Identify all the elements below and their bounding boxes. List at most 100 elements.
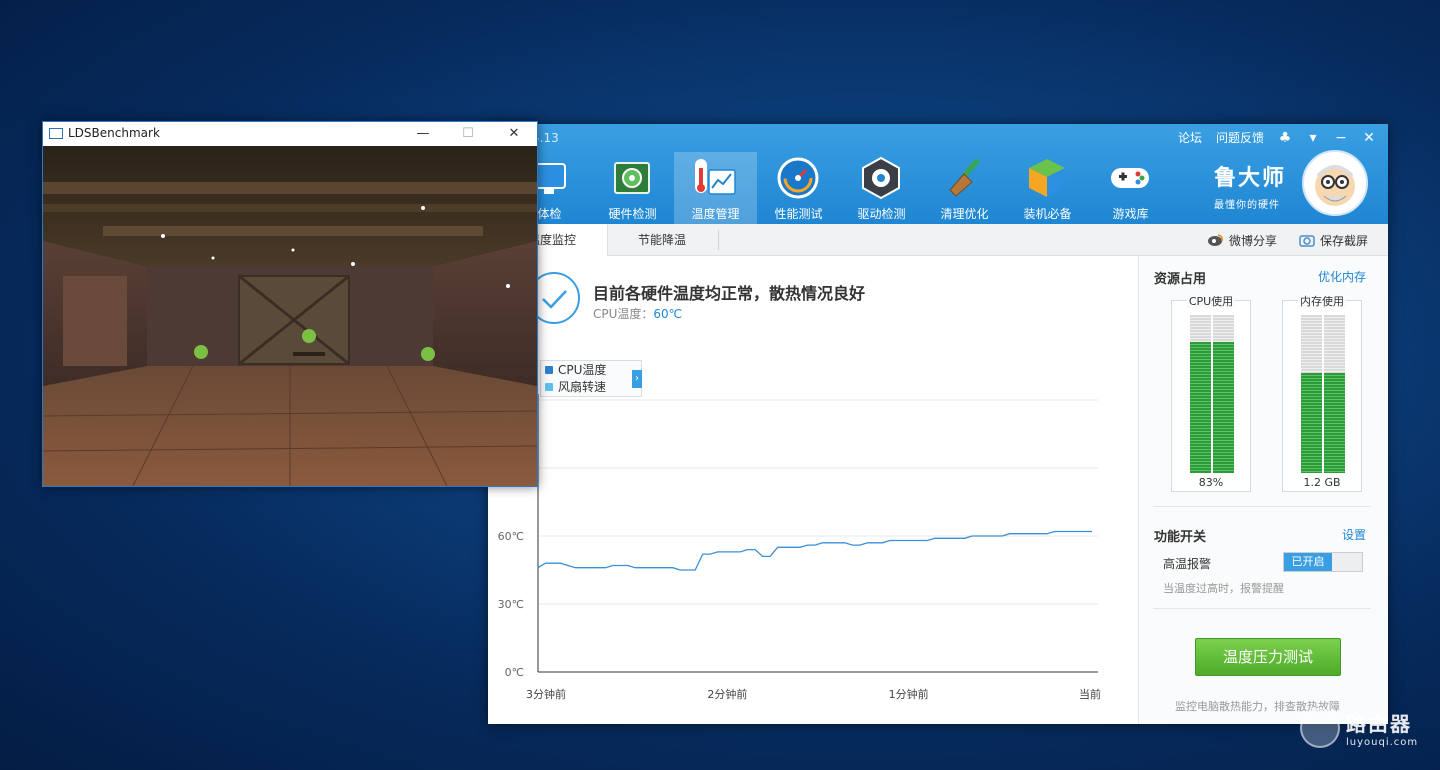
memory-usage-value: 1.2 GB (1303, 476, 1341, 489)
legend-label: 风扇转速 (558, 380, 607, 394)
tab-divider (718, 230, 719, 250)
nav-label: 清理优化 (940, 207, 989, 221)
broom-icon (942, 156, 986, 200)
close-icon[interactable]: ✕ (1362, 130, 1376, 146)
skin-icon[interactable]: ♣ (1278, 130, 1292, 146)
nav-performance[interactable]: 性能测试 (757, 152, 840, 224)
cpu-temp-readout: CPU温度：60℃ (593, 305, 682, 322)
ludashi-window: 5.13 论坛 问题反馈 ♣ ▾ − ✕ 体检 硬件检测 温度管理 性能测试 驱… (488, 124, 1388, 724)
legend-swatch (545, 382, 553, 391)
title-bar-controls: 论坛 问题反馈 ♣ ▾ − ✕ (1178, 129, 1376, 146)
close-icon[interactable]: ✕ (499, 124, 529, 144)
weibo-icon (1207, 234, 1223, 246)
feedback-link[interactable]: 问题反馈 (1216, 129, 1264, 146)
y-tick-label: 60℃ (498, 530, 524, 543)
nav-label: 装机必备 (1023, 207, 1072, 221)
hardware-board-icon (610, 156, 654, 200)
legend-expand-icon[interactable]: › (632, 370, 642, 388)
nav-essentials[interactable]: 装机必备 (1006, 152, 1089, 224)
watermark-url: luyouqi.com (1346, 737, 1419, 748)
brand: 鲁大师 最懂你的硬件 (1214, 160, 1286, 211)
nav-label: 性能测试 (774, 207, 823, 221)
optimize-memory-link[interactable]: 优化内存 (1318, 268, 1366, 285)
camera-icon (1299, 235, 1315, 247)
save-screenshot-button[interactable]: 保存截屏 (1299, 232, 1368, 249)
watermark: 路由器 luyouqi.com (1300, 708, 1418, 748)
nav-label: 温度管理 (691, 207, 740, 221)
cpu-usage-label: CPU使用 (1186, 295, 1236, 308)
stress-test-button[interactable]: 温度压力测试 (1195, 638, 1341, 676)
nav-games[interactable]: 游戏库 (1089, 152, 1172, 224)
nav-driver[interactable]: 驱动检测 (840, 152, 923, 224)
nav-hardware[interactable]: 硬件检测 (591, 152, 674, 224)
cpu-temp-series-line (537, 530, 1092, 571)
cpu-usage-value: 83% (1198, 476, 1224, 489)
y-tick-label: 0℃ (505, 666, 524, 679)
high-temp-alarm-label: 高温报警 (1163, 557, 1212, 571)
benchmark-3d-scene[interactable] (43, 146, 537, 486)
window-app-icon (49, 128, 63, 139)
minimize-icon[interactable]: − (1334, 130, 1348, 146)
x-tick-label: 1分钟前 (889, 687, 929, 701)
divider (1153, 506, 1371, 507)
memory-usage-meter: 内存使用 1.2 GB (1282, 295, 1362, 492)
tab-energy-save[interactable]: 节能降温 (638, 224, 686, 256)
toggle-state: 已开启 (1284, 553, 1332, 571)
resources-title: 资源占用 (1154, 272, 1207, 287)
divider (1153, 608, 1371, 609)
subtab-bar: 温度监控 节能降温 微博分享 保存截屏 (488, 224, 1388, 256)
temperature-chart: 0℃ 30℃ 60℃ 3分钟前 2分钟前 1分钟前 当前 (498, 394, 1101, 701)
legend-label: CPU温度 (558, 363, 607, 377)
thermometer-icon (693, 156, 737, 200)
maximize-icon[interactable]: ☐ (453, 124, 483, 144)
gamepad-icon (1108, 156, 1152, 200)
x-tick-label: 当前 (1079, 687, 1101, 701)
benchmark-title: LDSBenchmark (68, 126, 160, 140)
app-header: 5.13 论坛 问题反馈 ♣ ▾ − ✕ 体检 硬件检测 温度管理 性能测试 驱… (488, 124, 1388, 224)
weibo-share-button[interactable]: 微博分享 (1207, 232, 1277, 249)
features-title: 功能开关 (1154, 530, 1207, 545)
barn-scene-graphic (43, 146, 537, 486)
forum-link[interactable]: 论坛 (1178, 129, 1202, 146)
cpu-temp-value: 60℃ (653, 307, 683, 321)
nav-label: 硬件检测 (608, 207, 657, 221)
speedometer-icon (776, 156, 820, 200)
x-tick-label: 3分钟前 (526, 687, 566, 701)
right-panel: 资源占用 优化内存 CPU使用 83% 内存使用 1.2 GB 功能开关 设置 … (1138, 256, 1388, 724)
legend-item-cpu[interactable]: CPU温度 (541, 361, 641, 378)
nav-label: 游戏库 (1112, 207, 1149, 221)
watermark-name: 路由器 (1346, 712, 1412, 736)
benchmark-window: LDSBenchmark — ☐ ✕ (42, 121, 538, 487)
avatar[interactable] (1302, 150, 1368, 216)
weibo-share-label: 微博分享 (1228, 233, 1277, 248)
y-tick-label: 30℃ (498, 598, 524, 611)
minimize-icon[interactable]: — (408, 124, 438, 144)
menu-icon[interactable]: ▾ (1306, 130, 1320, 146)
brand-name: 鲁大师 (1214, 166, 1287, 191)
alarm-description: 当温度过高时，报警提醒 (1163, 582, 1284, 595)
main-nav: 体检 硬件检测 温度管理 性能测试 驱动检测 清理优化 装机必备 游戏库 (508, 152, 1172, 224)
cpu-usage-fill (1190, 341, 1211, 473)
benchmark-title-bar[interactable]: LDSBenchmark — ☐ ✕ (43, 122, 537, 146)
settings-link[interactable]: 设置 (1342, 526, 1366, 543)
nav-temperature[interactable]: 温度管理 (674, 152, 757, 224)
save-screenshot-label: 保存截屏 (1319, 233, 1368, 248)
legend-swatch (545, 365, 553, 374)
memory-usage-fill (1301, 373, 1322, 473)
brand-slogan: 最懂你的硬件 (1214, 200, 1280, 211)
cpu-usage-fill (1213, 341, 1234, 473)
subbar-actions: 微博分享 保存截屏 (1207, 224, 1368, 256)
cpu-usage-meter: CPU使用 83% (1171, 295, 1251, 492)
memory-usage-fill (1324, 373, 1345, 473)
chart-legend: CPU温度 风扇转速 › (540, 360, 642, 397)
nav-clean[interactable]: 清理优化 (923, 152, 1006, 224)
watermark-logo-icon (1300, 708, 1340, 748)
driver-gear-icon (859, 156, 903, 200)
memory-usage-label: 内存使用 (1298, 295, 1346, 308)
nav-label: 驱动检测 (857, 207, 906, 221)
legend-item-fan[interactable]: 风扇转速 (541, 378, 641, 395)
status-title: 目前各硬件温度均正常，散热情况良好 (593, 284, 866, 303)
cpu-temp-label: CPU温度： (593, 307, 654, 321)
x-tick-label: 2分钟前 (707, 687, 747, 701)
high-temp-alarm-toggle[interactable]: 已开启 (1283, 552, 1363, 572)
